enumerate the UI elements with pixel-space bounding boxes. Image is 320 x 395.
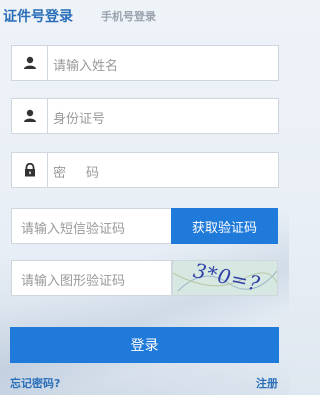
login-tabs: 证件号登录 手机号登录 [0,0,289,30]
captcha-image[interactable]: 3*0=? [172,260,278,296]
lock-icon [12,153,48,187]
get-sms-code-button[interactable]: 获取验证码 [171,208,278,244]
user-icon [12,99,48,133]
user-icon [12,46,48,80]
id-number-placeholder: 身份证号 [53,112,106,127]
tab-phone-login[interactable]: 手机号登录 [101,8,156,24]
login-button[interactable]: 登录 [10,327,279,363]
password-placeholder: 密码 [53,166,120,181]
sms-code-placeholder: 请输入短信验证码 [21,222,126,237]
sms-code-field[interactable]: 请输入短信验证码 [11,208,171,244]
register-link[interactable]: 注册 [256,375,278,391]
forgot-password-link[interactable]: 忘记密码? [10,375,60,391]
name-placeholder: 请输入姓名 [53,59,119,74]
tab-id-login[interactable]: 证件号登录 [3,6,73,26]
captcha-field[interactable]: 请输入图形验证码 [11,260,172,296]
name-field[interactable]: 请输入姓名 [11,45,279,81]
captcha-placeholder: 请输入图形验证码 [21,274,126,289]
password-field[interactable]: 密码 [11,152,279,188]
id-number-field[interactable]: 身份证号 [11,98,279,134]
